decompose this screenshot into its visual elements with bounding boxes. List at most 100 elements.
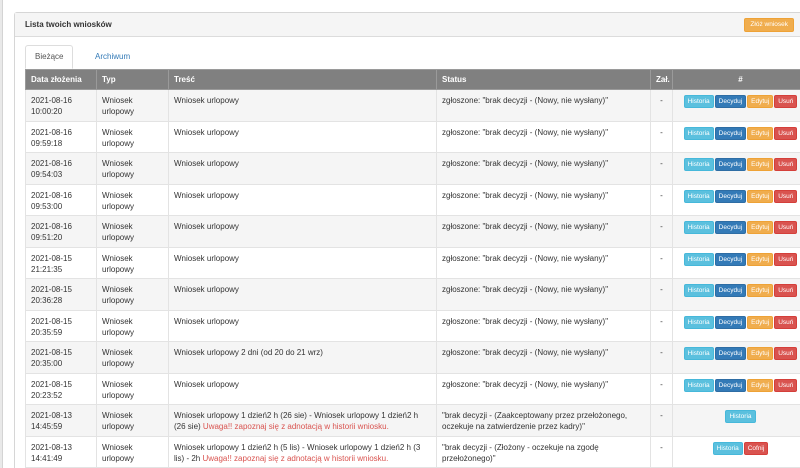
cell-content: Wniosek urlopowy — [168, 89, 437, 122]
date-value: 2021-08-16 — [31, 190, 72, 200]
cell-status: zgłoszone: "brak decyzji - (Nowy, nie wy… — [436, 278, 651, 311]
edit-button[interactable]: Edytuj — [747, 221, 774, 234]
cell-status: zgłoszone: "brak decyzji - (Nowy, nie wy… — [436, 309, 651, 342]
table-row: 2021-08-13 14:45:59 Wniosek urlopowy Wnio… — [25, 404, 800, 437]
col-header-date: Data złożenia — [25, 69, 97, 90]
withdraw-button[interactable]: Cofnij — [743, 441, 769, 455]
cell-type: Wniosek urlopowy — [96, 341, 169, 374]
decide-button[interactable]: Decyduj — [714, 378, 747, 392]
cell-status: "brak decyzji - (Złożony - oczekuje na z… — [436, 435, 651, 468]
col-header-content: Treść — [168, 69, 437, 90]
content-text: Wniosek urlopowy — [174, 285, 239, 294]
cell-date: 2021-08-15 20:35:59 — [25, 309, 97, 342]
col-header-type: Typ — [96, 69, 169, 90]
decide-button[interactable]: Decyduj — [714, 158, 747, 171]
requests-panel: Lista twoich wniosków Złóż wniosek Bieżą… — [14, 12, 800, 468]
col-header-status: Status — [436, 69, 651, 90]
warning-text: Uwaga!! zapoznaj się z adnotacją w histo… — [202, 453, 389, 463]
cell-actions: Historia Cofnij — [672, 435, 800, 468]
delete-button[interactable]: Usuń — [774, 95, 798, 108]
cell-type: Wniosek urlopowy — [96, 372, 169, 405]
cell-status: zgłoszone: "brak decyzji - (Nowy, nie wy… — [436, 152, 651, 185]
history-button[interactable]: Historia — [683, 158, 714, 171]
decide-button[interactable]: Decyduj — [714, 126, 747, 140]
time-value: 20:35:59 — [31, 327, 63, 337]
date-value: 2021-08-15 — [31, 348, 72, 357]
decide-button[interactable]: Decyduj — [714, 252, 747, 266]
cell-attachments: - — [650, 183, 673, 216]
delete-button[interactable]: Usuń — [774, 378, 798, 392]
history-button[interactable]: Historia — [683, 252, 714, 266]
edit-button[interactable]: Edytuj — [747, 158, 774, 171]
delete-button[interactable]: Usuń — [774, 221, 798, 234]
col-header-actions: # — [672, 69, 800, 90]
history-button[interactable]: Historia — [683, 126, 714, 140]
cell-status: zgłoszone: "brak decyzji - (Nowy, nie wy… — [436, 246, 651, 279]
cell-content: Wniosek urlopowy — [168, 246, 437, 279]
edit-button[interactable]: Edytuj — [747, 378, 774, 392]
cell-type: Wniosek urlopowy — [96, 435, 169, 468]
history-button[interactable]: Historia — [683, 315, 714, 329]
history-button[interactable]: Historia — [683, 378, 714, 392]
window-left-edge — [0, 0, 3, 468]
history-button[interactable]: Historia — [683, 221, 714, 234]
table-row: 2021-08-16 10:00:20 Wniosek urlopowy Wnio… — [25, 89, 800, 122]
table-row: 2021-08-15 21:21:35 Wniosek urlopowy Wnio… — [25, 246, 800, 279]
history-button[interactable]: Historia — [712, 441, 743, 455]
cell-actions: Historia Decyduj Edytuj Usuń — [672, 89, 800, 122]
edit-button[interactable]: Edytuj — [747, 284, 774, 297]
tabs: Bieżące Archiwum — [25, 45, 800, 69]
cell-attachments: - — [650, 246, 673, 279]
edit-button[interactable]: Edytuj — [747, 347, 774, 360]
requests-table: Data złożenia Typ Treść Status Zał. # 20… — [25, 69, 800, 468]
decide-button[interactable]: Decyduj — [714, 95, 747, 108]
cell-attachments: - — [650, 309, 673, 342]
edit-button[interactable]: Edytuj — [747, 252, 774, 266]
content-text: Wniosek urlopowy — [174, 96, 239, 105]
time-value: 10:00:20 — [31, 107, 63, 116]
table-row: 2021-08-15 20:36:28 Wniosek urlopowy Wnio… — [25, 278, 800, 311]
delete-button[interactable]: Usuń — [774, 347, 798, 360]
date-value: 2021-08-15 — [31, 285, 72, 294]
edit-button[interactable]: Edytuj — [747, 315, 774, 329]
col-header-attachments: Zał. — [650, 69, 673, 90]
cell-type: Wniosek urlopowy — [96, 152, 169, 185]
decide-button[interactable]: Decyduj — [714, 347, 747, 360]
cell-content: Wniosek urlopowy 2 dni (od 20 do 21 wrz) — [168, 341, 437, 374]
history-button[interactable]: Historia — [683, 189, 714, 203]
tab-archive[interactable]: Archiwum — [85, 45, 140, 69]
history-button[interactable]: Historia — [683, 284, 714, 297]
delete-button[interactable]: Usuń — [774, 315, 798, 329]
cell-actions: Historia Decyduj Edytuj Usuń — [672, 152, 800, 185]
delete-button[interactable]: Usuń — [774, 189, 798, 203]
cell-type: Wniosek urlopowy — [96, 278, 169, 311]
history-button[interactable]: Historia — [725, 410, 756, 423]
history-button[interactable]: Historia — [683, 95, 714, 108]
edit-button[interactable]: Edytuj — [747, 189, 774, 203]
cell-type: Wniosek urlopowy — [96, 89, 169, 122]
decide-button[interactable]: Decyduj — [714, 221, 747, 234]
cell-status: zgłoszone: "brak decyzji - (Nowy, nie wy… — [436, 89, 651, 122]
table-row: 2021-08-16 09:54:03 Wniosek urlopowy Wnio… — [25, 152, 800, 185]
decide-button[interactable]: Decyduj — [714, 189, 747, 203]
submit-request-button[interactable]: Złóż wniosek — [744, 18, 794, 32]
decide-button[interactable]: Decyduj — [714, 315, 747, 329]
edit-button[interactable]: Edytuj — [747, 95, 774, 108]
decide-button[interactable]: Decyduj — [714, 284, 747, 297]
delete-button[interactable]: Usuń — [774, 126, 798, 140]
table-row: 2021-08-15 20:23:52 Wniosek urlopowy Wnio… — [25, 372, 800, 405]
cell-date: 2021-08-13 14:45:59 — [25, 404, 97, 437]
date-value: 2021-08-15 — [31, 316, 72, 326]
cell-status: zgłoszone: "brak decyzji - (Nowy, nie wy… — [436, 341, 651, 374]
cell-actions: Historia Decyduj Edytuj Usuń — [672, 120, 800, 153]
cell-attachments: - — [650, 404, 673, 437]
edit-button[interactable]: Edytuj — [747, 126, 774, 140]
delete-button[interactable]: Usuń — [774, 252, 798, 266]
history-button[interactable]: Historia — [683, 347, 714, 360]
delete-button[interactable]: Usuń — [774, 284, 798, 297]
cell-date: 2021-08-16 09:51:20 — [25, 215, 97, 248]
cell-attachments: - — [650, 341, 673, 374]
panel-title: Lista twoich wniosków — [25, 20, 112, 29]
delete-button[interactable]: Usuń — [774, 158, 798, 171]
tab-current[interactable]: Bieżące — [25, 45, 74, 69]
